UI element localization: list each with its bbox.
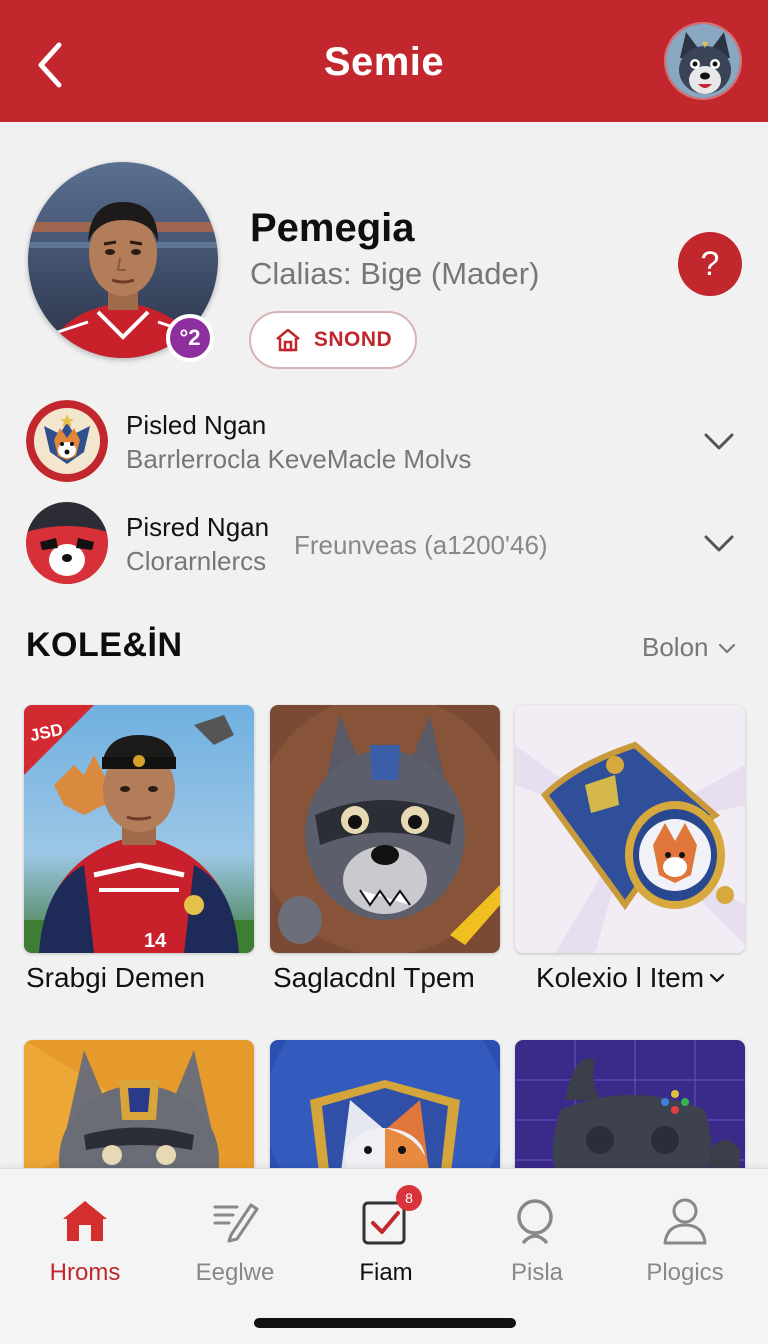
- svg-text:14: 14: [144, 930, 167, 952]
- home-indicator: [254, 1318, 516, 1328]
- row-title: Pisred Ngan: [126, 512, 270, 542]
- search-icon: [517, 1199, 553, 1245]
- collection-card[interactable]: [270, 1040, 500, 1180]
- scroll-item-image: [515, 705, 745, 953]
- nav-item-tasks[interactable]: 8 Fiam: [321, 1185, 451, 1295]
- section-filter-dropdown[interactable]: Bolon: [642, 632, 737, 663]
- chevron-down-icon: [704, 535, 734, 552]
- chevron-down-icon: [718, 643, 735, 653]
- collection-card[interactable]: [515, 705, 745, 953]
- profile-subtitle: Clalias: Bige (Mader): [250, 256, 540, 291]
- collection-card[interactable]: [515, 1040, 745, 1180]
- wolf-mascot-image: [270, 705, 500, 953]
- collection-card[interactable]: [270, 705, 500, 953]
- nav-label: Eeglwe: [195, 1259, 275, 1286]
- gamepad-mascot-image: [515, 1040, 745, 1180]
- app-header: Semie: [0, 0, 768, 122]
- profile-name: Pemegia: [250, 206, 415, 250]
- home-icon: [63, 1201, 107, 1241]
- chevron-down-icon: [709, 973, 725, 983]
- collection-card[interactable]: 14 JSD: [24, 705, 254, 953]
- row-title: Pisled Ngan: [126, 410, 267, 440]
- card-label: Saglacdnl Tpem: [273, 962, 475, 993]
- user-icon: [663, 1198, 707, 1245]
- home-outline-icon: [276, 328, 300, 352]
- mascot-avatar-icon: [666, 24, 740, 98]
- split-fox-emblem-image: [270, 1040, 500, 1180]
- section-title: KOLE&İN: [26, 626, 183, 664]
- row-detail: Freunveas (a1200'46): [294, 530, 548, 560]
- nav-item-profile[interactable]: Plogics: [620, 1195, 750, 1295]
- nav-label: Plogics: [646, 1259, 724, 1286]
- help-button[interactable]: ?: [678, 232, 742, 296]
- question-icon: ?: [700, 244, 720, 283]
- row-subtitle: Barrlerrocla KeveMacle Molvs: [126, 444, 472, 474]
- profile-action-label: SNOND: [313, 328, 393, 351]
- card-label-row[interactable]: Kolexio l Item: [536, 962, 726, 994]
- horned-mascot-image: [24, 1040, 254, 1180]
- row-subtitle: Clorarnlercs: [126, 546, 267, 576]
- notification-badge: 8: [396, 1185, 422, 1211]
- header-avatar[interactable]: [664, 22, 742, 100]
- nav-item-search[interactable]: Pisla: [472, 1195, 602, 1295]
- card-label: Kolexio l Item: [536, 962, 705, 993]
- page-title: Semie: [323, 40, 445, 84]
- filter-label: Bolon: [642, 632, 709, 662]
- card-label: Srabgi Demen: [26, 962, 205, 993]
- level-badge: °2: [166, 314, 214, 362]
- nav-item-home[interactable]: Hroms: [20, 1195, 150, 1295]
- nav-label: Fiam: [359, 1259, 413, 1286]
- collection-card[interactable]: [24, 1040, 254, 1180]
- nav-label: Hroms: [49, 1259, 121, 1286]
- nav-item-edit[interactable]: Eeglwe: [170, 1195, 300, 1295]
- nav-label: Pisla: [510, 1259, 564, 1286]
- profile-action-button[interactable]: SNOND: [249, 311, 417, 369]
- list-item[interactable]: Pisled Ngan Barrlerrocla KeveMacle Molvs: [26, 400, 742, 484]
- masked-mascot-icon: [26, 502, 108, 584]
- edit-icon: [213, 1203, 259, 1243]
- list-item[interactable]: Pisred Ngan Clorarnlercs Freunveas (a120…: [26, 502, 742, 586]
- chevron-down-icon: [704, 433, 734, 450]
- player-card-image: 14: [24, 705, 254, 953]
- fox-crest-icon: [26, 400, 108, 482]
